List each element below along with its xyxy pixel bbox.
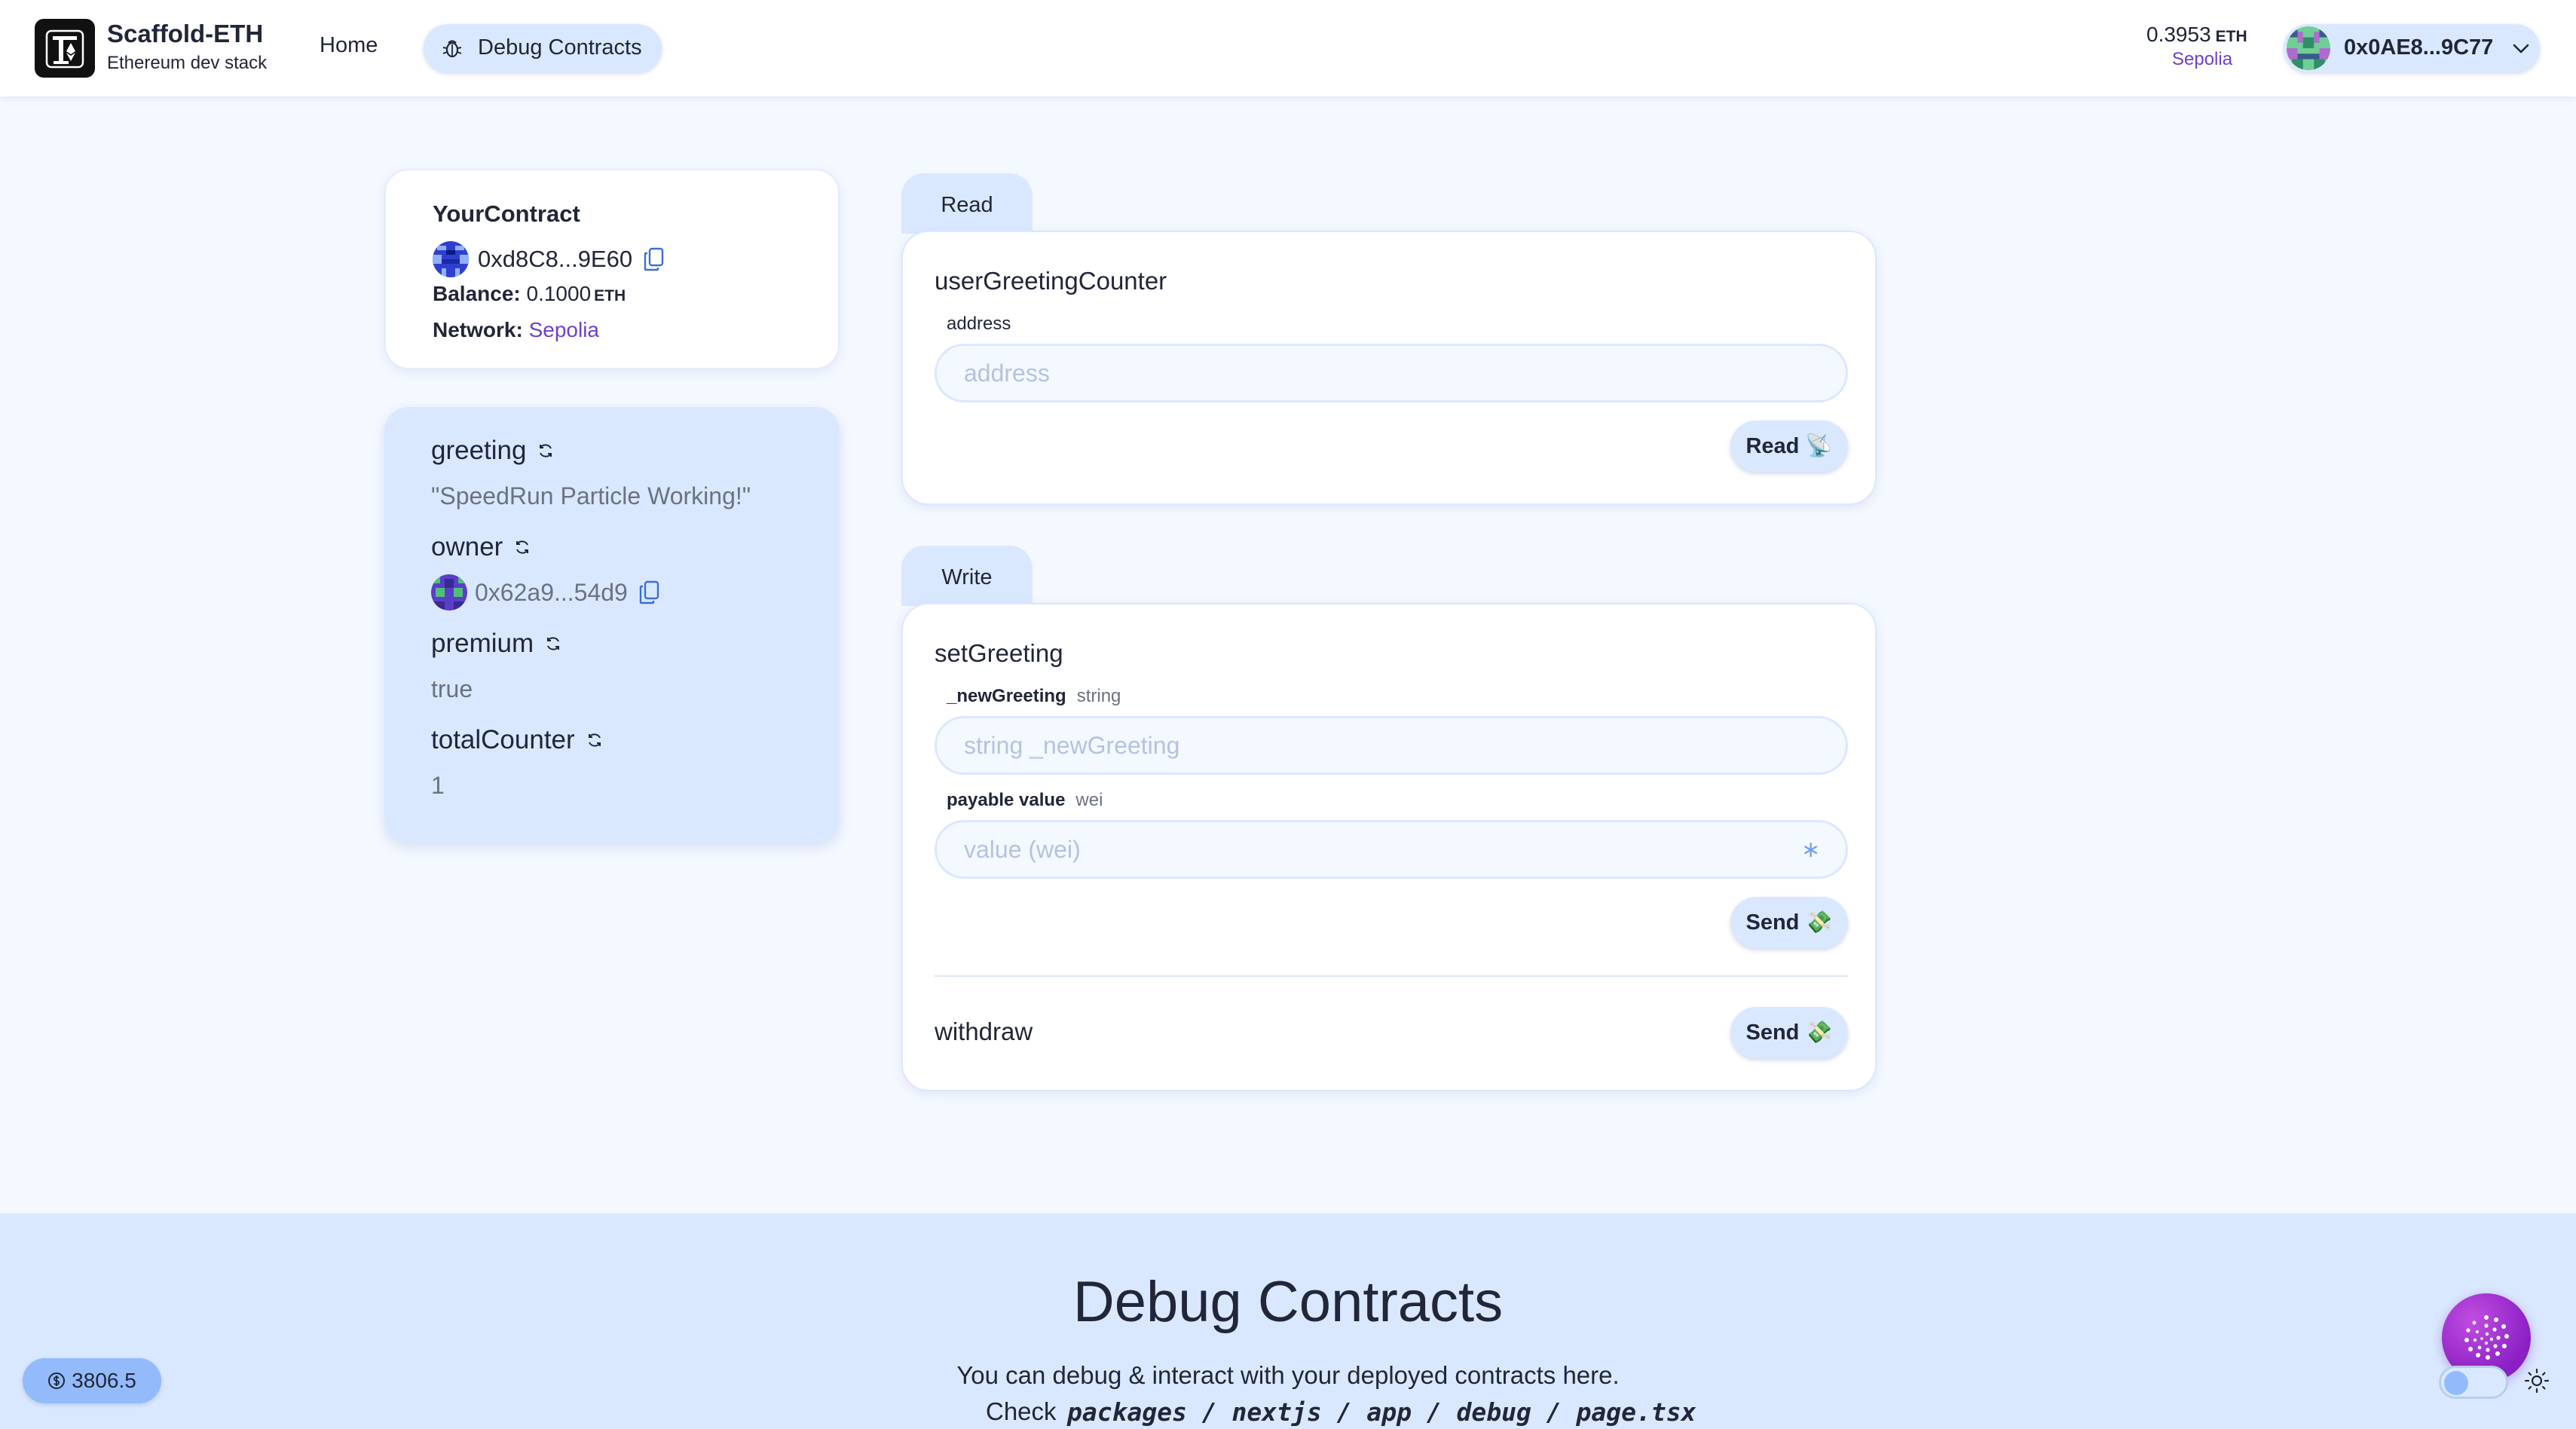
tab-write-label: Write — [941, 565, 993, 589]
variable-name: owner — [431, 532, 503, 562]
refresh-icon[interactable] — [537, 442, 555, 460]
contract-address[interactable]: 0xd8C8...9E60 — [478, 246, 632, 273]
satellite-icon: 📡 — [1805, 434, 1833, 458]
variable-name: greeting — [431, 436, 527, 465]
withdraw-send-button[interactable]: Send 💸 — [1730, 1007, 1848, 1058]
variable-totalcounter: totalCounter — [431, 725, 604, 755]
copy-icon[interactable] — [638, 580, 661, 605]
network-value: Sepolia — [528, 318, 599, 341]
variable-value[interactable]: 0x62a9...54d9 — [475, 579, 628, 607]
money-icon: 💸 — [1805, 1020, 1833, 1045]
read-function-name: userGreetingCounter — [935, 267, 1167, 295]
account-avatar-icon — [2287, 26, 2330, 70]
contract-info-card: YourContract 0xd8C8...9E60 Balance: 0.10… — [384, 169, 840, 369]
particle-logo-icon — [2464, 1315, 2509, 1360]
balance-label: Balance: — [433, 282, 521, 305]
network-label: Network: — [433, 318, 523, 341]
wallet-balance-amount: 0.3953 — [2146, 23, 2211, 46]
eth-price-value: 3806.5 — [72, 1369, 136, 1392]
footer-description: You can debug & interact with your deplo… — [956, 1361, 1620, 1389]
contract-name: YourContract — [433, 200, 580, 227]
scaffold-logo-icon[interactable] — [35, 19, 95, 78]
nav-home-link[interactable]: Home — [320, 33, 378, 58]
tab-write: Write — [901, 546, 1033, 606]
footer-check-label: Check — [986, 1397, 1057, 1425]
function-divider — [935, 975, 1848, 977]
contract-variables-card: greeting "SpeedRun Particle Working!" ow… — [384, 407, 840, 843]
setgreeting-send-button[interactable]: Send 💸 — [1730, 897, 1848, 948]
theme-toggle-knob — [2444, 1371, 2468, 1395]
variable-name: totalCounter — [431, 725, 575, 754]
read-button[interactable]: Read 📡 — [1730, 421, 1848, 472]
tab-read-label: Read — [941, 193, 993, 217]
tab-read: Read — [901, 173, 1033, 234]
debug-contracts-footer: Debug Contracts You can debug & interact… — [0, 1213, 2576, 1429]
chevron-down-icon — [2513, 44, 2529, 54]
brand-title[interactable]: Scaffold-ETH — [107, 20, 263, 48]
eth-price-badge[interactable]: 3806.5 — [23, 1358, 161, 1403]
payable-value-label: payable value wei — [947, 790, 1103, 811]
variable-name: premium — [431, 629, 534, 658]
address-input[interactable] — [935, 344, 1848, 402]
brand-subtitle: Ethereum dev stack — [107, 53, 268, 73]
newgreeting-param-label: _newGreeting string — [947, 686, 1121, 707]
withdraw-function-name: withdraw — [935, 1017, 1033, 1045]
refresh-icon[interactable] — [586, 731, 604, 749]
send-button-label: Send — [1745, 910, 1800, 935]
variable-owner: owner — [431, 532, 531, 562]
setgreeting-function-name: setGreeting — [935, 639, 1063, 667]
send-button-label: Send — [1745, 1020, 1800, 1045]
contract-balance: Balance: 0.1000 ETH — [433, 282, 626, 306]
top-header: Scaffold-ETH Ethereum dev stack Home Deb… — [0, 0, 2576, 96]
param-name: _newGreeting — [947, 686, 1066, 706]
payable-label: payable value — [947, 790, 1066, 810]
bug-icon — [442, 40, 462, 58]
payable-unit: wei — [1075, 790, 1103, 810]
read-panel: userGreetingCounter address Read📡 — [901, 231, 1877, 505]
footer-file-path: packages / nextjs / app / debug / page.t… — [1067, 1397, 1696, 1427]
variable-value: true — [431, 675, 473, 702]
nav-debug-label: Debug Contracts — [478, 35, 642, 60]
variable-greeting: greeting — [431, 436, 555, 466]
wallet-balance: 0.3953 ETH — [2146, 23, 2247, 47]
variable-owner-address-row: 0x62a9...54d9 — [431, 574, 661, 610]
contract-blockie-icon — [433, 241, 469, 277]
wallet-network: Sepolia — [2172, 49, 2233, 69]
wallet-balance-unit: ETH — [2215, 28, 2247, 45]
refresh-icon[interactable] — [544, 635, 562, 653]
multiply-wei-button[interactable]: ∗ — [1801, 837, 1820, 863]
param-type: string — [1076, 686, 1121, 706]
copy-icon[interactable] — [643, 246, 665, 272]
variable-value: "SpeedRun Particle Working!" — [431, 482, 751, 509]
newgreeting-input[interactable] — [935, 716, 1848, 775]
variable-premium: premium — [431, 629, 562, 659]
refresh-icon[interactable] — [513, 538, 531, 556]
balance-unit: ETH — [594, 287, 626, 304]
account-address: 0x0AE8...9C77 — [2344, 35, 2494, 60]
owner-blockie-icon — [431, 574, 467, 610]
sun-icon[interactable] — [2523, 1367, 2550, 1394]
account-dropdown-button[interactable]: 0x0AE8...9C77 — [2284, 24, 2540, 72]
contract-address-row: 0xd8C8...9E60 — [433, 240, 665, 279]
nav-debug-contracts-link[interactable]: Debug Contracts — [424, 24, 662, 72]
money-icon: 💸 — [1805, 910, 1833, 935]
write-panel: setGreeting _newGreeting string payable v… — [901, 603, 1877, 1091]
theme-toggle[interactable] — [2439, 1366, 2508, 1399]
balance-value: 0.1000 — [526, 282, 592, 305]
footer-title: Debug Contracts — [1072, 1270, 1504, 1334]
variable-value: 1 — [431, 772, 445, 799]
dollar-icon — [48, 1372, 66, 1389]
payable-value-input[interactable] — [935, 820, 1848, 879]
contract-network: Network: Sepolia — [433, 318, 599, 342]
read-button-label: Read — [1745, 433, 1800, 458]
read-param-label: address — [947, 314, 1011, 334]
